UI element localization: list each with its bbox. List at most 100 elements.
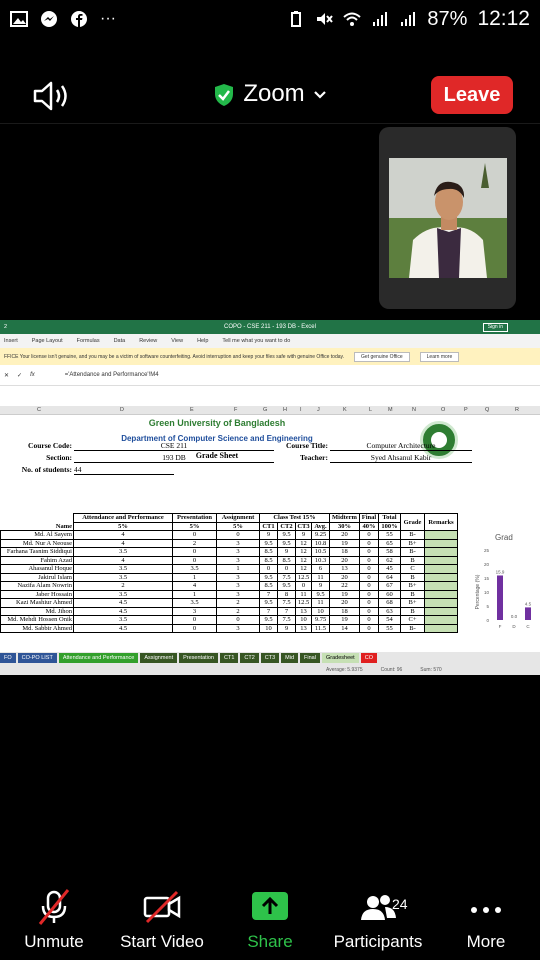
assignment-cell[interactable]: 0 xyxy=(216,530,260,540)
student-name-cell[interactable]: Ahasanul Hoque xyxy=(0,564,74,574)
assignment-cell[interactable]: 0 xyxy=(216,615,260,625)
column-header[interactable]: K xyxy=(343,407,347,413)
assignment-cell[interactable]: 3 xyxy=(216,538,260,548)
ct2-cell[interactable]: 7.5 xyxy=(277,615,296,625)
header-presentation-pct[interactable]: 5% xyxy=(172,521,217,531)
formula-fx-icon[interactable]: fx xyxy=(30,372,35,378)
header-midterm[interactable]: Midterm xyxy=(329,513,360,523)
formula-input[interactable]: ='Attendance and Performance'!M4 xyxy=(65,372,159,378)
sheet-tab[interactable]: Assignment xyxy=(140,653,178,663)
ct1-cell[interactable]: 8.5 xyxy=(259,547,278,557)
total-cell[interactable]: 55 xyxy=(378,623,401,633)
presentation-cell[interactable]: 0 xyxy=(172,547,217,557)
header-assignment[interactable]: Assignment xyxy=(216,513,260,523)
participants-button[interactable]: 24 Participants xyxy=(324,888,432,960)
self-video-thumbnail[interactable] xyxy=(379,127,516,309)
attendance-cell[interactable]: 4 xyxy=(73,530,173,540)
excel-signin-button[interactable]: Sign in xyxy=(482,323,508,332)
column-header[interactable]: I xyxy=(300,407,302,413)
ct1-cell[interactable]: 7 xyxy=(259,589,278,599)
share-button[interactable]: Share xyxy=(216,888,324,960)
midterm-cell[interactable]: 19 xyxy=(329,538,360,548)
remarks-cell[interactable] xyxy=(424,564,458,574)
ct3-cell[interactable]: 12 xyxy=(295,564,312,574)
column-header[interactable]: M xyxy=(388,407,393,413)
header-class-test[interactable]: Class Test 15% xyxy=(259,513,330,523)
final-cell[interactable]: 0 xyxy=(359,623,379,633)
midterm-cell[interactable]: 18 xyxy=(329,606,360,616)
assignment-cell[interactable]: 3 xyxy=(216,572,260,582)
presentation-cell[interactable]: 1 xyxy=(172,572,217,582)
assignment-cell[interactable]: 3 xyxy=(216,547,260,557)
assignment-cell[interactable]: 1 xyxy=(216,564,260,574)
header-avg[interactable]: Avg. xyxy=(311,521,330,531)
students-value[interactable]: 44 xyxy=(74,465,174,475)
remarks-cell[interactable] xyxy=(424,623,458,633)
avg-cell[interactable]: 10.8 xyxy=(311,538,330,548)
column-header[interactable]: J xyxy=(317,407,320,413)
ct1-cell[interactable]: 0 xyxy=(259,564,278,574)
grade-cell[interactable]: B- xyxy=(400,623,425,633)
attendance-cell[interactable]: 3.5 xyxy=(73,572,173,582)
assignment-cell[interactable]: 3 xyxy=(216,555,260,565)
attendance-cell[interactable]: 4 xyxy=(73,538,173,548)
header-name[interactable]: Name xyxy=(0,513,74,531)
ribbon-tab-data[interactable]: Data xyxy=(114,338,126,344)
column-header[interactable]: C xyxy=(37,407,41,413)
grade-cell[interactable]: B+ xyxy=(400,538,425,548)
assignment-cell[interactable]: 2 xyxy=(216,606,260,616)
assignment-cell[interactable]: 3 xyxy=(216,581,260,591)
sheet-tab[interactable]: CO-PO LIST xyxy=(17,653,57,663)
remarks-cell[interactable] xyxy=(424,530,458,540)
student-name-cell[interactable]: Nazifa Alam Nowrin xyxy=(0,581,74,591)
total-cell[interactable]: 67 xyxy=(378,581,401,591)
ribbon-tab-review[interactable]: Review xyxy=(139,338,157,344)
section-value[interactable]: 193 DB xyxy=(74,453,274,463)
ct3-cell[interactable]: 12.5 xyxy=(295,598,312,608)
header-remarks[interactable]: Remarks xyxy=(424,513,458,531)
ct1-cell[interactable]: 8.5 xyxy=(259,555,278,565)
total-cell[interactable]: 60 xyxy=(378,589,401,599)
final-cell[interactable]: 0 xyxy=(359,547,379,557)
presentation-cell[interactable]: 1 xyxy=(172,589,217,599)
header-attendance-pct[interactable]: 5% xyxy=(73,521,173,531)
sheet-tab[interactable]: CO xyxy=(360,653,377,663)
final-cell[interactable]: 0 xyxy=(359,581,379,591)
ribbon-tab-page-layout[interactable]: Page Layout xyxy=(32,338,63,344)
assignment-cell[interactable]: 2 xyxy=(216,598,260,608)
column-header[interactable]: R xyxy=(515,407,519,413)
header-attendance[interactable]: Attendance and Performance xyxy=(73,513,173,523)
column-header[interactable]: O xyxy=(441,407,445,413)
ct1-cell[interactable]: 9.5 xyxy=(259,572,278,582)
attendance-cell[interactable]: 2 xyxy=(73,581,173,591)
column-header[interactable]: H xyxy=(283,407,287,413)
ct2-cell[interactable]: 8.5 xyxy=(277,555,296,565)
sheet-tab[interactable]: Attendance and Performance xyxy=(58,653,139,663)
header-presentation[interactable]: Presentation xyxy=(172,513,217,523)
student-name-cell[interactable]: Jaber Hossain xyxy=(0,589,74,599)
ct1-cell[interactable]: 8.5 xyxy=(259,581,278,591)
presentation-cell[interactable]: 2 xyxy=(172,538,217,548)
final-cell[interactable]: 0 xyxy=(359,564,379,574)
sheet-tab[interactable]: CT2 xyxy=(240,653,259,663)
midterm-cell[interactable]: 20 xyxy=(329,598,360,608)
avg-cell[interactable]: 6 xyxy=(311,564,330,574)
presentation-cell[interactable]: 4 xyxy=(172,581,217,591)
column-header[interactable]: N xyxy=(412,407,416,413)
sheet-tab[interactable]: CT1 xyxy=(220,653,239,663)
attendance-cell[interactable]: 4.5 xyxy=(73,606,173,616)
sheet-tab[interactable]: Final xyxy=(300,653,320,663)
more-button[interactable]: More xyxy=(432,888,540,960)
remarks-cell[interactable] xyxy=(424,589,458,599)
column-header[interactable]: P xyxy=(464,407,468,413)
final-cell[interactable]: 0 xyxy=(359,615,379,625)
ct2-cell[interactable]: 9.5 xyxy=(277,581,296,591)
final-cell[interactable]: 0 xyxy=(359,606,379,616)
final-cell[interactable]: 0 xyxy=(359,555,379,565)
formula-enter-icon[interactable]: ✓ xyxy=(17,372,22,379)
sheet-tab[interactable]: Mid xyxy=(281,653,299,663)
header-assignment-pct[interactable]: 5% xyxy=(216,521,260,531)
avg-cell[interactable]: 11.5 xyxy=(311,623,330,633)
remarks-cell[interactable] xyxy=(424,606,458,616)
student-name-cell[interactable]: Kazi Mashiur Ahmed xyxy=(0,598,74,608)
